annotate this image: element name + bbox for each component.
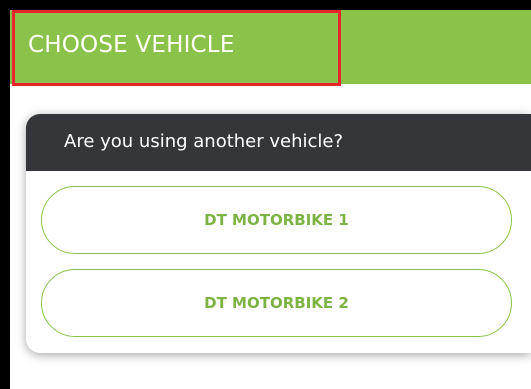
vehicle-dialog: Are you using another vehicle? DT MOTORB… bbox=[26, 114, 531, 353]
window-frame-top bbox=[0, 0, 531, 10]
dialog-title: Are you using another vehicle? bbox=[64, 131, 344, 152]
vehicle-option-label: DT MOTORBIKE 1 bbox=[204, 211, 349, 229]
dialog-header: Are you using another vehicle? bbox=[26, 114, 531, 171]
window-frame-left bbox=[0, 0, 10, 389]
vehicle-option-motorbike-1[interactable]: DT MOTORBIKE 1 bbox=[41, 186, 512, 254]
vehicle-option-label: DT MOTORBIKE 2 bbox=[204, 294, 349, 312]
title-highlight-box bbox=[12, 10, 341, 86]
vehicle-option-motorbike-2[interactable]: DT MOTORBIKE 2 bbox=[41, 269, 512, 337]
